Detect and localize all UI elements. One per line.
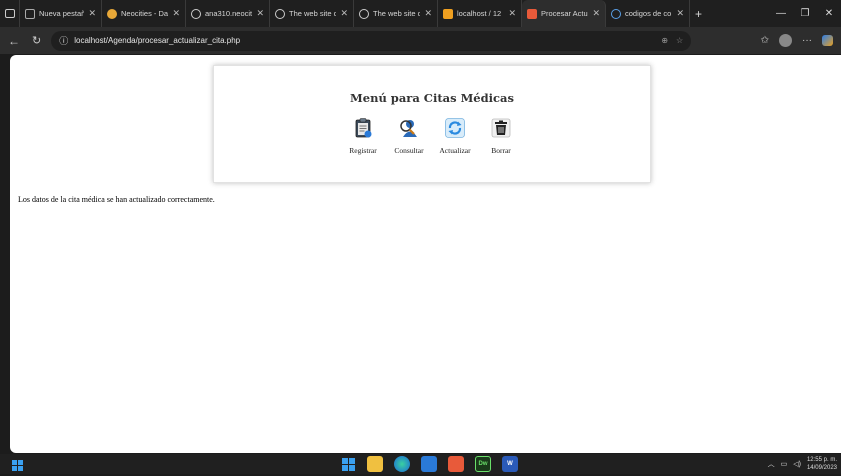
windows-icon[interactable] xyxy=(340,456,356,472)
tab-label: The web site c xyxy=(289,9,337,18)
neocities-icon xyxy=(107,8,117,19)
dreamweaver-icon[interactable]: Dw xyxy=(475,456,491,472)
globe-icon xyxy=(359,8,369,19)
menu-item-borrar[interactable]: Borrar xyxy=(480,117,522,155)
refresh-icon[interactable]: ↻ xyxy=(32,34,41,47)
menu-list: Registrar Consultar Actualizar Borrar xyxy=(214,117,650,155)
new-tab-label: + xyxy=(695,6,703,21)
close-tab-icon[interactable]: ✕ xyxy=(592,8,600,19)
new-tab-button[interactable]: + xyxy=(690,0,707,27)
page-viewport: Menú para Citas Médicas Registrar Consul… xyxy=(10,55,841,453)
refresh-icon[interactable] xyxy=(444,117,466,144)
menu-panel: Menú para Citas Médicas Registrar Consul… xyxy=(213,65,651,183)
tab-label: localhost / 12 xyxy=(457,9,502,18)
close-window-icon[interactable]: ✕ xyxy=(817,8,841,19)
window-controls: — ❐ ✕ xyxy=(769,8,841,19)
url-field[interactable]: ⓘ localhost/Agenda/procesar_actualizar_c… xyxy=(51,30,692,51)
app-icon[interactable] xyxy=(448,456,464,472)
close-tab-icon[interactable]: ✕ xyxy=(88,8,96,19)
volume-icon[interactable]: ◁) xyxy=(793,460,801,468)
address-bar-row: ← ↻ ⓘ localhost/Agenda/procesar_actualiz… xyxy=(0,27,841,54)
tab-ana310[interactable]: ana310.neocit ✕ xyxy=(186,0,270,27)
tab-label: Nueva pestañ xyxy=(39,9,85,18)
chevron-up-icon[interactable]: ︿ xyxy=(768,459,775,469)
tab-procesar-actualizar[interactable]: Procesar Actu ✕ xyxy=(522,0,606,27)
menu-label-registrar: Registrar xyxy=(349,146,377,155)
menu-label-consultar: Consultar xyxy=(394,146,424,155)
tab-codigos[interactable]: codigos de co ✕ xyxy=(606,0,690,27)
close-tab-icon[interactable]: ✕ xyxy=(424,8,432,19)
tab-phpmyadmin[interactable]: localhost / 12 ✕ xyxy=(438,0,522,27)
tab-actions[interactable] xyxy=(0,0,20,27)
more-options-icon[interactable]: ··· xyxy=(802,35,812,46)
edge-icon[interactable] xyxy=(394,456,410,472)
page-icon xyxy=(527,8,537,19)
trash-icon[interactable] xyxy=(490,117,512,144)
restore-icon[interactable]: ❐ xyxy=(793,8,817,19)
word-icon[interactable]: W xyxy=(502,456,518,472)
tab-label: Neocities - Da xyxy=(121,9,169,18)
search-icon xyxy=(611,8,621,19)
favorite-star-icon[interactable]: ☆ xyxy=(676,36,683,45)
success-message: Los datos de la cita médica se han actua… xyxy=(18,195,215,204)
close-tab-icon[interactable]: ✕ xyxy=(676,8,684,19)
windows-start-icon[interactable] xyxy=(12,458,23,471)
taskbar: Dw W ︿ ▭ ◁) 12:55 p. m. 14/09/2023 xyxy=(0,454,841,474)
close-tab-icon[interactable]: ✕ xyxy=(340,8,348,19)
close-tab-icon[interactable]: ✕ xyxy=(508,8,516,19)
tab-label: ana310.neocit xyxy=(205,9,253,18)
url-text: localhost/Agenda/procesar_actualizar_cit… xyxy=(74,36,241,45)
minimize-icon[interactable]: — xyxy=(769,8,793,19)
menu-item-consultar[interactable]: Consultar xyxy=(388,117,430,155)
tab-label: Procesar Actu xyxy=(541,9,588,18)
clock[interactable]: 12:55 p. m. 14/09/2023 xyxy=(807,456,837,472)
newtab-icon xyxy=(25,8,35,19)
close-tab-icon[interactable]: ✕ xyxy=(256,8,264,19)
phpmyadmin-icon xyxy=(443,8,453,19)
file-explorer-icon[interactable] xyxy=(367,456,383,472)
page-title: Menú para Citas Médicas xyxy=(350,91,514,105)
system-tray: ︿ ▭ ◁) 12:55 p. m. 14/09/2023 xyxy=(768,456,837,472)
site-info-icon[interactable]: ⓘ xyxy=(59,34,68,47)
menu-label-actualizar: Actualizar xyxy=(439,146,471,155)
close-tab-icon[interactable]: ✕ xyxy=(172,8,180,19)
globe-icon xyxy=(275,8,285,19)
menu-item-actualizar[interactable]: Actualizar xyxy=(434,117,476,155)
tab-web-site-1[interactable]: The web site c ✕ xyxy=(270,0,354,27)
profile-avatar[interactable] xyxy=(779,34,792,47)
search-person-icon[interactable] xyxy=(398,117,420,144)
clipboard-icon[interactable] xyxy=(352,117,374,144)
taskbar-apps: Dw W xyxy=(340,456,518,472)
store-icon[interactable] xyxy=(421,456,437,472)
clock-date: 14/09/2023 xyxy=(806,465,837,471)
menu-item-registrar[interactable]: Registrar xyxy=(342,117,384,155)
menu-label-borrar: Borrar xyxy=(491,146,511,155)
favorites-icon[interactable]: ✩ xyxy=(761,35,769,46)
clock-time: 12:55 p. m. xyxy=(806,457,837,463)
tab-actions-icon xyxy=(5,9,15,18)
zoom-icon[interactable]: ⊕ xyxy=(661,36,668,45)
copilot-icon[interactable] xyxy=(822,35,833,46)
tab-new-tab[interactable]: Nueva pestañ ✕ xyxy=(20,0,102,27)
globe-icon xyxy=(191,8,201,19)
back-icon[interactable]: ← xyxy=(8,34,20,48)
tab-label: codigos de co xyxy=(625,9,672,18)
tab-label: The web site c xyxy=(373,9,421,18)
tab-web-site-2[interactable]: The web site c ✕ xyxy=(354,0,438,27)
tab-neocities[interactable]: Neocities - Da ✕ xyxy=(102,0,186,27)
network-icon[interactable]: ▭ xyxy=(781,460,788,468)
browser-tab-bar: Nueva pestañ ✕ Neocities - Da ✕ ana310.n… xyxy=(0,0,841,27)
